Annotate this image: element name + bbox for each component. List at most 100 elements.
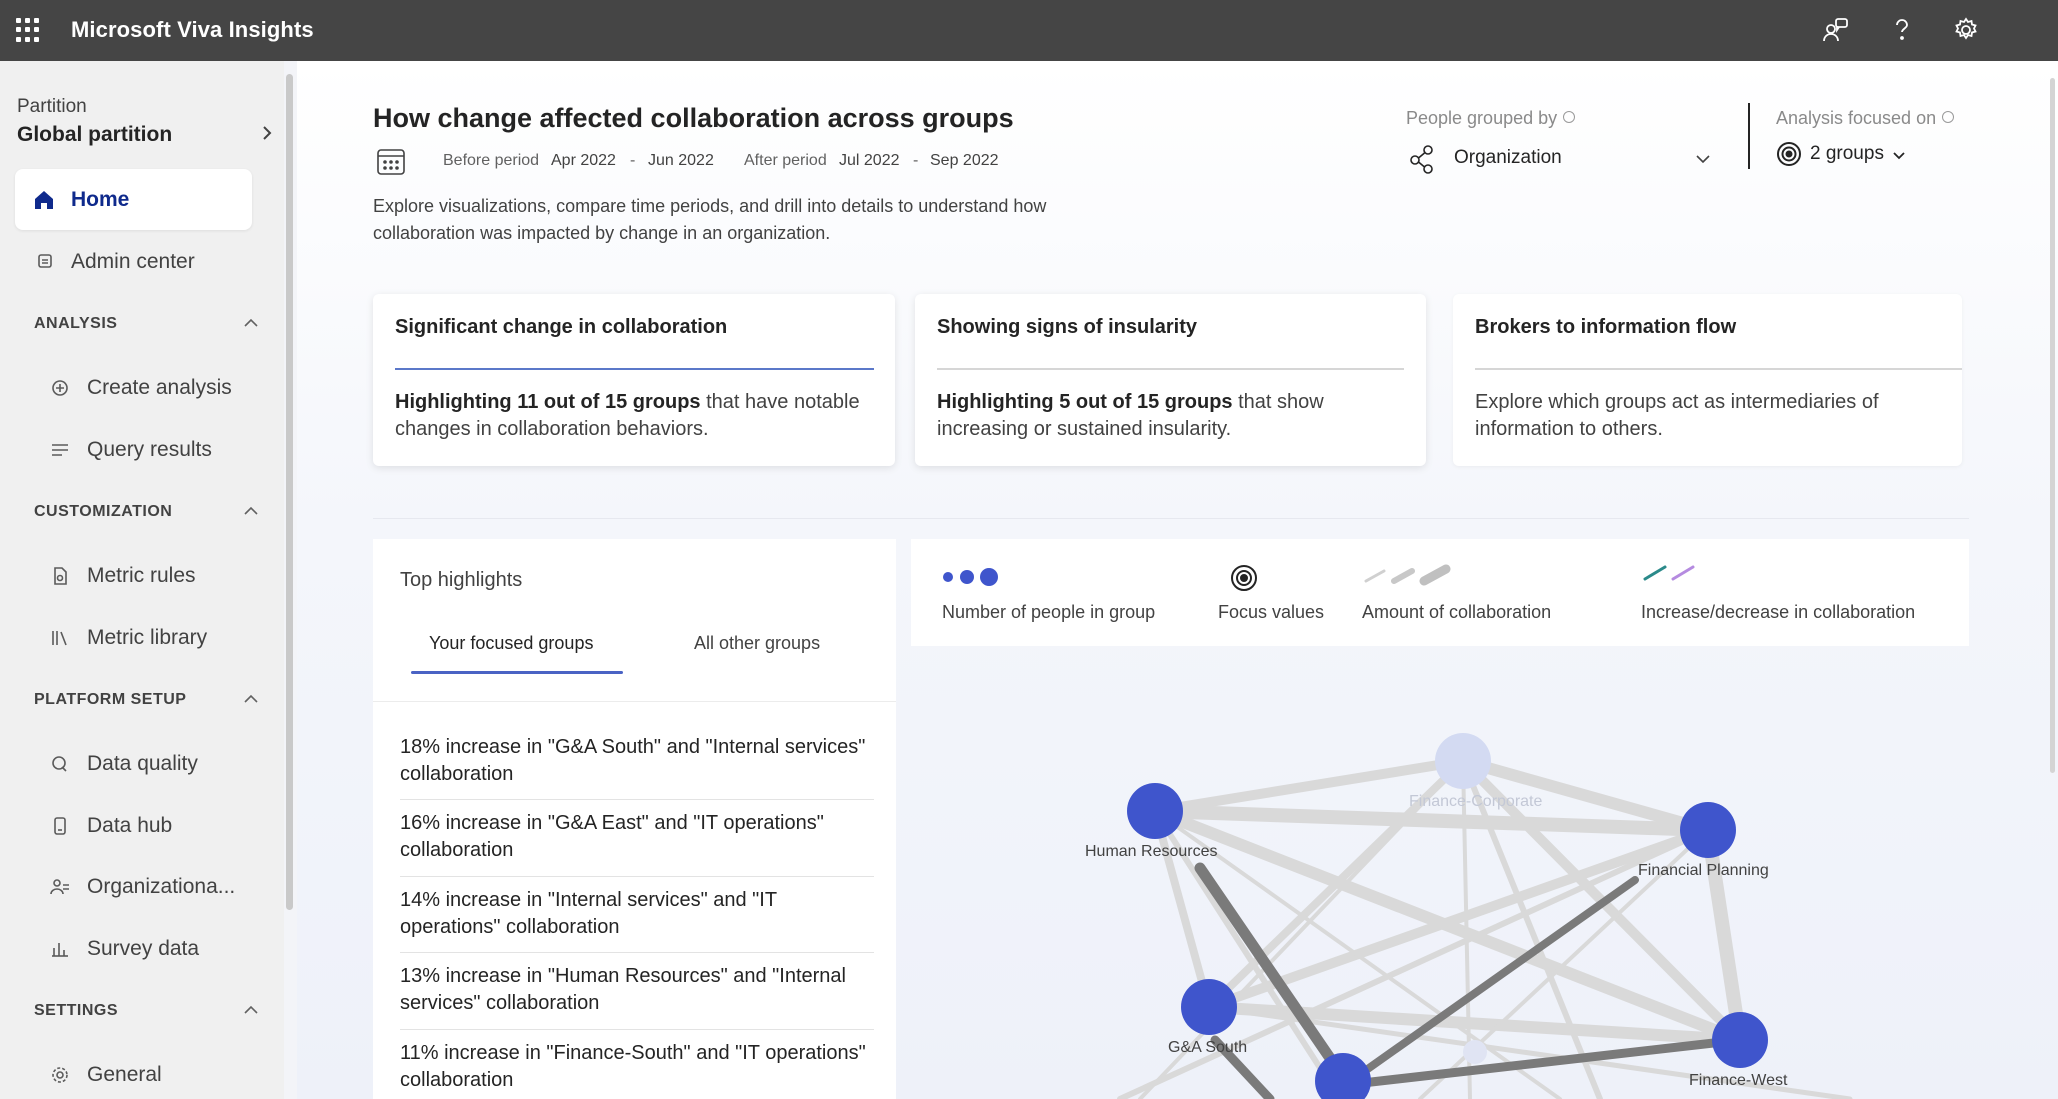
settings-icon[interactable] [1950, 14, 1982, 46]
node-label-financial-planning: Financial Planning [1638, 862, 1769, 879]
info-icon[interactable] [1942, 111, 1955, 123]
sidebar-item-data-quality[interactable]: Data quality [0, 739, 284, 789]
card-significant-change[interactable]: Significant change in collaboration High… [373, 294, 895, 466]
sidebar-item-general[interactable]: General [0, 1050, 284, 1099]
sidebar-item-organizational-data[interactable]: Organizationa... [0, 862, 284, 912]
collaboration-network-graph[interactable] [1000, 700, 2000, 1099]
admin-icon [38, 254, 52, 268]
add-circle-icon [52, 380, 68, 396]
card-title: Brokers to information flow [1475, 316, 1737, 338]
sidebar-item-survey-data[interactable]: Survey data [0, 924, 284, 974]
info-icon[interactable] [1563, 111, 1576, 123]
top-highlights-panel: Top highlights Your focused groups All o… [373, 539, 896, 1099]
sidebar-item-label: General [87, 1063, 162, 1086]
bar-chart-icon [52, 943, 68, 957]
item-divider [400, 1029, 874, 1030]
node-label-finance-corporate: Finance-Corporate [1409, 793, 1543, 810]
chevron-right-icon[interactable] [258, 124, 276, 142]
card-body: Highlighting 5 out of 15 groups that sho… [937, 391, 1324, 440]
sidebar-item-admin-center[interactable]: Admin center [0, 237, 284, 287]
node-it-operations[interactable] [1315, 1053, 1371, 1099]
highlight-item[interactable]: 14% increase in "Internal services" and … [400, 887, 874, 941]
card-brokers[interactable]: Brokers to information flow Explore whic… [1453, 294, 1962, 466]
header-divider [1748, 103, 1750, 169]
grouped-by-dropdown[interactable]: Organization [1406, 140, 1716, 180]
section-divider [373, 518, 1969, 519]
chevron-up-icon [244, 506, 258, 515]
sidebar-item-label: Home [71, 188, 130, 211]
sidebar-scrollbar[interactable] [286, 74, 293, 910]
legend-amount: Amount of collaboration [1362, 539, 1582, 646]
node-ga-south[interactable] [1181, 979, 1237, 1035]
partition-selector[interactable]: Global partition [17, 123, 172, 147]
sidebar-item-metric-rules[interactable]: Metric rules [0, 551, 284, 601]
sidebar-item-home[interactable]: Home [15, 169, 252, 230]
focused-on-label: Analysis focused on [1776, 108, 1955, 129]
section-settings[interactable]: SETTINGS [34, 999, 274, 1023]
node-size-icon [943, 568, 998, 586]
highlight-item[interactable]: 11% increase in "Finance-South" and "IT … [400, 1040, 874, 1094]
section-customization[interactable]: CUSTOMIZATION [34, 500, 274, 524]
chevron-up-icon [244, 1005, 258, 1014]
tab-all-other-groups[interactable]: All other groups [694, 633, 820, 654]
item-divider [400, 799, 874, 800]
sidebar-item-label: Data hub [87, 814, 173, 837]
card-title: Significant change in collaboration [395, 316, 728, 338]
legend-focus: Focus values [1218, 539, 1338, 646]
grouped-by-value: Organization [1454, 147, 1562, 168]
edge-change-icon [1643, 565, 1695, 581]
card-rule [395, 368, 874, 370]
main-scrollbar[interactable] [2050, 78, 2055, 773]
after-period-start: Jul 2022 [839, 152, 900, 169]
calendar-icon[interactable] [375, 145, 407, 177]
chevron-up-icon [244, 318, 258, 327]
sidebar-item-label: Data quality [87, 752, 198, 775]
app-title[interactable]: Microsoft Viva Insights [71, 17, 314, 43]
sidebar-item-label: Survey data [87, 937, 200, 960]
sidebar-item-label: Query results [87, 438, 212, 461]
card-insularity[interactable]: Showing signs of insularity Highlighting… [915, 294, 1426, 466]
node-financial-planning[interactable] [1680, 802, 1736, 858]
focused-on-dropdown[interactable]: 2 groups [1776, 139, 1906, 173]
sidebar-item-label: Organizationa... [87, 875, 236, 898]
graph-legend: Number of people in group Focus values A… [911, 539, 1969, 646]
chevron-down-icon [1893, 152, 1905, 160]
data-quality-icon [52, 756, 67, 772]
card-title: Showing signs of insularity [937, 316, 1198, 338]
app-launcher-icon[interactable] [16, 18, 40, 42]
page-title: How change affected collaboration across… [373, 103, 1014, 133]
sidebar-item-label: Admin center [71, 250, 195, 273]
node-finance-west[interactable] [1712, 1012, 1768, 1068]
card-body: Explore which groups act as intermediari… [1475, 391, 1879, 440]
node-label-human-resources: Human Resources [1085, 843, 1218, 860]
card-highlight: Highlighting 11 out of 15 groups [395, 391, 701, 413]
chevron-up-icon [244, 694, 258, 703]
after-period-label: After period [744, 152, 827, 169]
section-analysis[interactable]: ANALYSIS [34, 312, 274, 336]
list-icon [52, 444, 68, 456]
edge-thickness-icon [1364, 564, 1451, 586]
tab-focused-groups[interactable]: Your focused groups [429, 633, 593, 654]
node-finance-corporate[interactable] [1435, 733, 1491, 789]
sidebar-item-data-hub[interactable]: Data hub [0, 801, 284, 851]
range-dash: - [913, 152, 919, 169]
card-highlight: Highlighting 5 out of 15 groups [937, 391, 1233, 413]
help-icon[interactable] [1886, 14, 1918, 46]
range-dash: - [630, 152, 636, 169]
section-platform-setup[interactable]: PLATFORM SETUP [34, 688, 274, 712]
sidebar-item-query-results[interactable]: Query results [0, 425, 284, 475]
node-human-resources[interactable] [1127, 783, 1183, 839]
people-feedback-icon[interactable] [1820, 14, 1852, 46]
legend-label: Focus values [1218, 602, 1325, 622]
highlight-item[interactable]: 13% increase in "Human Resources" and "I… [400, 963, 874, 1017]
highlight-item[interactable]: 18% increase in "G&A South" and "Interna… [400, 734, 874, 788]
sidebar-item-label: Metric library [87, 626, 208, 649]
grouped-by-label: People grouped by [1406, 108, 1576, 129]
sidebar-item-label: Create analysis [87, 376, 232, 399]
sidebar-item-create-analysis[interactable]: Create analysis [0, 363, 284, 413]
node-faded[interactable] [1463, 1040, 1487, 1064]
sidebar-item-metric-library[interactable]: Metric library [0, 613, 284, 663]
sidebar-item-label: Metric rules [87, 564, 196, 587]
partition-label: Partition [17, 96, 87, 117]
highlight-item[interactable]: 16% increase in "G&A East" and "IT opera… [400, 810, 874, 864]
